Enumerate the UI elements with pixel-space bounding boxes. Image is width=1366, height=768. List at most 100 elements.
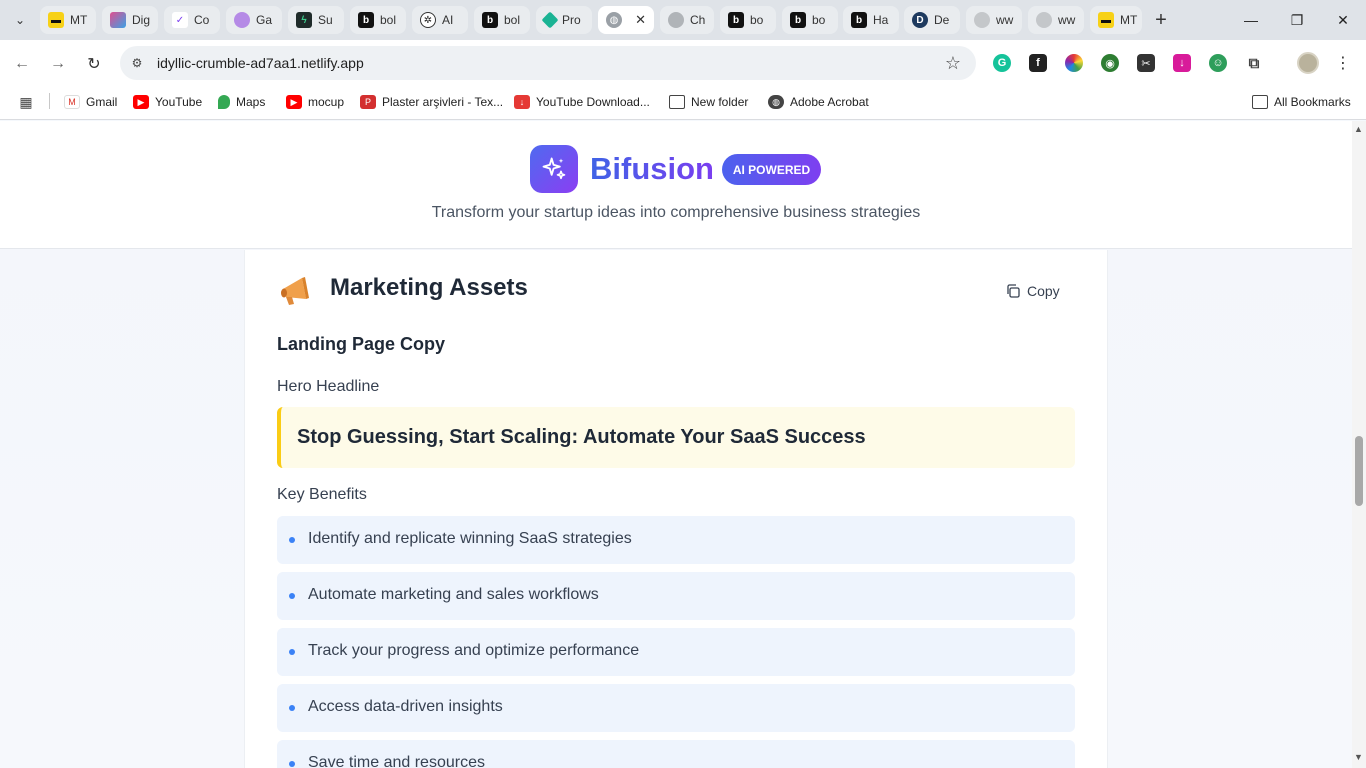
browser-tab[interactable]: ▬ MT: [1090, 6, 1142, 34]
benefit-text: Save time and resources: [308, 754, 485, 768]
bookmark-plaster[interactable]: P Plaster arşivleri - Tex...: [360, 92, 503, 112]
browser-tab[interactable]: Ga: [226, 6, 282, 34]
globe-favicon-icon: ◍: [606, 12, 622, 28]
browser-tab[interactable]: ϟ Su: [288, 6, 344, 34]
download-icon: ↓: [514, 95, 530, 109]
folder-icon: [669, 95, 685, 109]
download-extension-icon[interactable]: ↓: [1173, 54, 1191, 72]
b-favicon-icon: b: [728, 12, 744, 28]
url-text[interactable]: idyllic-crumble-ad7aa1.netlify.app: [157, 55, 364, 71]
scrollbar-thumb[interactable]: [1355, 436, 1363, 506]
browser-tab[interactable]: b bol: [474, 6, 530, 34]
b-favicon-icon: b: [851, 12, 867, 28]
bookmark-youtube-download[interactable]: ↓ YouTube Download...: [514, 92, 650, 112]
profile-avatar[interactable]: [1297, 52, 1319, 74]
youtube-icon: ▶: [133, 95, 149, 109]
folder-icon: [1252, 95, 1268, 109]
section-title: Marketing Assets: [330, 274, 528, 301]
bookmark-gmail[interactable]: M Gmail: [64, 92, 117, 112]
copy-button-label: Copy: [1027, 283, 1060, 299]
circle-favicon-icon: [234, 12, 250, 28]
bolt-favicon-icon: ϟ: [296, 12, 312, 28]
b-favicon-icon: b: [790, 12, 806, 28]
bullet-icon: [289, 537, 295, 543]
scroll-down-arrow-icon[interactable]: ▼: [1354, 752, 1363, 762]
browser-tab-active[interactable]: ◍ ✕: [598, 6, 654, 34]
plaster-site-icon: P: [360, 95, 376, 109]
back-arrow-icon[interactable]: ←: [10, 52, 34, 76]
bookmark-star-icon[interactable]: ☆: [942, 52, 964, 74]
browser-tab[interactable]: ▬ MT: [40, 6, 96, 34]
bookmark-new-folder[interactable]: New folder: [669, 92, 748, 112]
browser-tab[interactable]: b bo: [782, 6, 838, 34]
benefit-text: Access data-driven insights: [308, 698, 503, 715]
copy-icon: [1007, 284, 1020, 298]
browser-tab[interactable]: ✲ AI: [412, 6, 468, 34]
bullet-icon: [289, 593, 295, 599]
ai-powered-badge: AI POWERED: [722, 154, 821, 185]
close-window-icon[interactable]: ✕: [1331, 8, 1355, 32]
reload-icon[interactable]: ↻: [82, 52, 106, 76]
browser-tab[interactable]: b bo: [720, 6, 776, 34]
globe-favicon-icon: [668, 12, 684, 28]
browser-menu-icon[interactable]: ⋮: [1335, 52, 1351, 74]
brand-name: Bifusion: [590, 149, 714, 189]
browser-tab[interactable]: ww: [1028, 6, 1084, 34]
apps-grid-icon[interactable]: ▦: [18, 92, 40, 112]
youtube-icon: ▶: [286, 95, 302, 109]
close-tab-icon[interactable]: ✕: [635, 12, 646, 28]
browser-tab[interactable]: b bol: [350, 6, 406, 34]
app-header: Bifusion AI POWERED Transform your start…: [0, 121, 1352, 249]
restore-window-icon[interactable]: ❐: [1285, 8, 1309, 32]
tools-extension-icon[interactable]: ✂: [1137, 54, 1155, 72]
minimize-icon[interactable]: —: [1239, 8, 1263, 32]
browser-tab[interactable]: ww: [966, 6, 1022, 34]
bullet-icon: [289, 761, 295, 767]
grid-favicon-icon: [110, 12, 126, 28]
mtn-favicon-icon: ▬: [1098, 12, 1114, 28]
globe-extension-icon[interactable]: ◉: [1101, 54, 1119, 72]
new-tab-plus-icon[interactable]: +: [1148, 7, 1174, 33]
globe-icon: ◍: [768, 95, 784, 109]
all-bookmarks[interactable]: All Bookmarks: [1252, 92, 1351, 112]
benefit-text: Track your progress and optimize perform…: [308, 642, 640, 659]
hero-headline-text: Stop Guessing, Start Scaling: Automate Y…: [297, 426, 866, 448]
browser-tab[interactable]: D De: [904, 6, 960, 34]
extensions-puzzle-icon[interactable]: ⧉: [1245, 54, 1263, 72]
site-settings-icon[interactable]: ⚙: [128, 54, 146, 72]
benefit-text: Automate marketing and sales workflows: [308, 586, 599, 603]
hero-headline-label: Hero Headline: [277, 378, 380, 395]
forward-arrow-icon[interactable]: →: [46, 52, 70, 76]
bookmark-adobe-acrobat[interactable]: ◍ Adobe Acrobat: [768, 92, 869, 112]
bullet-icon: [289, 649, 295, 655]
scroll-up-arrow-icon[interactable]: ▲: [1354, 124, 1363, 134]
benefit-text: Identify and replicate winning SaaS stra…: [308, 530, 632, 547]
gmail-icon: M: [64, 95, 80, 109]
tagline: Transform your startup ideas into compre…: [431, 204, 921, 221]
bullet-icon: [289, 705, 295, 711]
browser-tab[interactable]: Dig: [102, 6, 158, 34]
diamond-favicon-icon: [541, 11, 559, 29]
bookmark-youtube[interactable]: ▶ YouTube: [133, 92, 202, 112]
globe-favicon-icon: [1036, 12, 1052, 28]
browser-tab[interactable]: ✓ Co: [164, 6, 220, 34]
browser-tab[interactable]: b Ha: [843, 6, 899, 34]
color-picker-extension-icon[interactable]: [1065, 54, 1083, 72]
globe-favicon-icon: [974, 12, 990, 28]
font-extension-icon[interactable]: f: [1029, 54, 1047, 72]
robot-extension-icon[interactable]: ☺: [1209, 54, 1227, 72]
bookmark-maps[interactable]: Maps: [218, 92, 265, 112]
browser-tab[interactable]: Ch: [660, 6, 714, 34]
tab-search-chevron-icon[interactable]: ⌄: [6, 8, 34, 32]
sparkles-logo-icon: [530, 145, 578, 193]
landing-page-copy-heading: Landing Page Copy: [277, 334, 446, 354]
browser-tab[interactable]: Pro: [536, 6, 592, 34]
b-favicon-icon: b: [358, 12, 374, 28]
bookmark-mocup[interactable]: ▶ mocup: [286, 92, 344, 112]
bookmarks-divider: [49, 93, 50, 109]
mtn-favicon-icon: ▬: [48, 12, 64, 28]
maps-pin-icon: [218, 95, 230, 109]
grammarly-extension-icon[interactable]: G: [993, 54, 1011, 72]
megaphone-icon: [278, 273, 314, 307]
copy-button[interactable]: Copy: [1005, 280, 1060, 302]
